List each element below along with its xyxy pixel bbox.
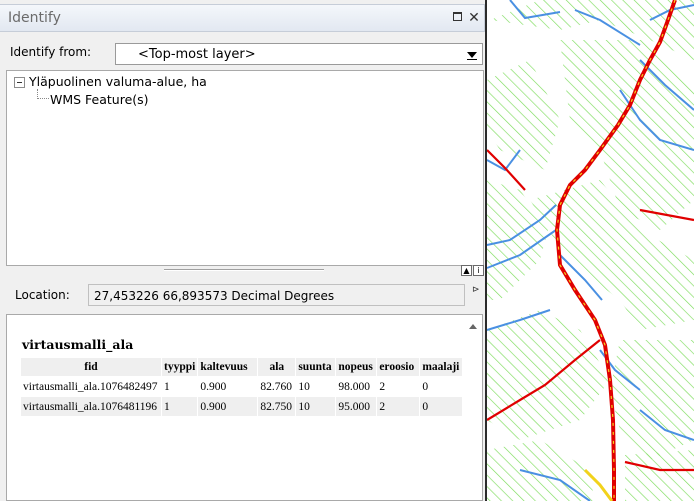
cell-eroosio: 2 (376, 376, 421, 397)
table-header-row: fid tyyppi kaltevuus ala suunta nopeus e… (20, 357, 464, 377)
cell-fid: virtausmalli_ala.1076481196 (20, 396, 162, 417)
identify-window: Identify ✕ Identify from: <Top-most laye… (0, 0, 487, 501)
close-button[interactable]: ✕ (467, 10, 481, 26)
column-header-fid: fid (20, 357, 162, 377)
tree-connector (37, 98, 49, 99)
identify-from-selected: <Top-most layer> (138, 47, 256, 62)
column-header-maalaji: maalaji (419, 357, 464, 377)
location-label: Location: (15, 288, 70, 302)
scrollbar[interactable] (464, 315, 482, 500)
tree-layer-node[interactable]: Yläpuolinen valuma-alue, ha (29, 74, 207, 89)
column-header-ala: ala (257, 357, 297, 377)
chevron-down-icon[interactable] (464, 46, 480, 62)
cell-kaltevuus: 0.900 (197, 396, 259, 417)
table-row[interactable]: virtausmalli_ala.1076482497 1 0.900 82.7… (20, 376, 464, 397)
attributes-view: virtausmalli_ala fid tyyppi kaltevuus al… (6, 314, 483, 501)
cell-fid: virtausmalli_ala.1076482497 (20, 376, 162, 397)
attribute-table: fid tyyppi kaltevuus ala suunta nopeus e… (20, 357, 464, 417)
cell-eroosio: 2 (376, 396, 421, 417)
location-value: 27,453226 66,893573 Decimal Degrees (94, 289, 335, 303)
location-field: 27,453226 66,893573 Decimal Degrees (88, 284, 465, 306)
restore-icon (452, 12, 462, 21)
cell-kaltevuus: 0.900 (197, 376, 259, 397)
window-title: Identify (8, 10, 61, 26)
cell-maalaji: 0 (419, 396, 464, 417)
restore-button[interactable] (450, 10, 464, 26)
table-row[interactable]: virtausmalli_ala.1076481196 1 0.900 82.7… (20, 396, 464, 417)
title-bar[interactable]: Identify ✕ (0, 4, 485, 32)
column-header-suunta: suunta (295, 357, 337, 377)
cell-ala: 82.750 (257, 396, 297, 417)
column-header-kaltevuus: kaltevuus (197, 357, 259, 377)
location-options-icon[interactable]: ⊳ (472, 285, 480, 295)
scroll-up-icon[interactable] (469, 324, 477, 329)
cell-maalaji: 0 (419, 376, 464, 397)
cell-nopeus: 95.000 (335, 396, 378, 417)
identify-from-label: Identify from: (10, 45, 92, 59)
cell-suunta: 10 (295, 376, 337, 397)
cell-tyyppi: 1 (160, 376, 199, 397)
cell-nopeus: 98.000 (335, 376, 378, 397)
feature-title: virtausmalli_ala (22, 337, 134, 352)
catchment-hatch (487, 0, 694, 501)
collapse-panel-icon[interactable]: ▲ (461, 265, 472, 276)
cell-ala: 82.760 (257, 376, 297, 397)
column-header-nopeus: nopeus (335, 357, 378, 377)
cell-tyyppi: 1 (160, 396, 199, 417)
identify-from-dropdown[interactable]: <Top-most layer> (115, 43, 483, 65)
cell-suunta: 10 (295, 396, 337, 417)
collapse-toggle[interactable] (14, 77, 25, 88)
tree-feature-node[interactable]: WMS Feature(s) (50, 92, 149, 107)
results-tree: Yläpuolinen valuma-alue, ha WMS Feature(… (6, 70, 484, 266)
panel-splitter[interactable] (164, 269, 324, 271)
info-icon[interactable]: i (473, 265, 484, 276)
column-header-eroosio: eroosio (376, 357, 421, 377)
column-header-tyyppi: tyyppi (160, 357, 199, 377)
